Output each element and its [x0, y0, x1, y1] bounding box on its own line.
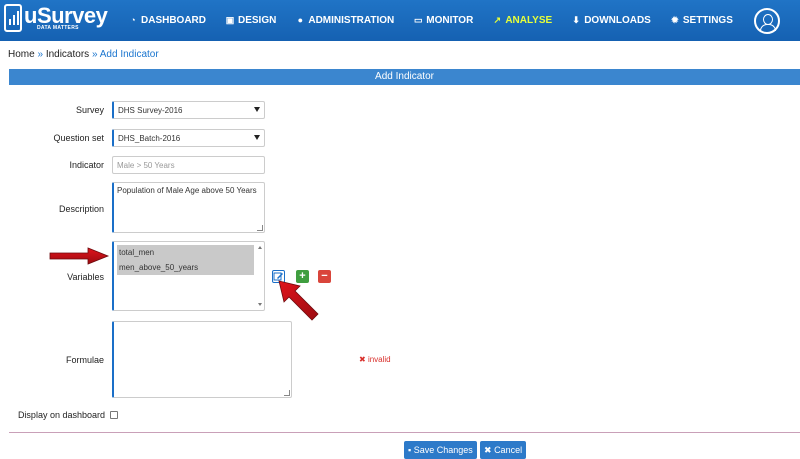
main-nav: ◔ DASHBOARD ▣ DESIGN ● ADMINISTRATION ▭ … [128, 0, 752, 41]
nav-analyse[interactable]: ↗ ANALYSE [492, 15, 553, 26]
app-logo[interactable]: uSurvey [4, 4, 108, 37]
description-textarea[interactable]: Population of Male Age above 50 Years [112, 182, 265, 233]
save-icon: ▪ [408, 445, 412, 455]
breadcrumb-indicators[interactable]: Indicators [46, 49, 89, 60]
nav-monitor[interactable]: ▭ MONITOR [413, 15, 473, 26]
formulae-label: Formulae [65, 355, 104, 365]
nav-design[interactable]: ▣ DESIGN [225, 15, 277, 26]
user-avatar-icon[interactable] [754, 8, 780, 34]
chart-icon: ↗ [493, 15, 502, 25]
formulae-textarea[interactable] [112, 321, 292, 398]
nav-settings[interactable]: ✹ SETTINGS [670, 15, 733, 26]
scroll-down-icon[interactable] [258, 303, 262, 306]
scroll-up-icon[interactable] [258, 246, 262, 249]
annotation-arrow-icon [49, 247, 110, 265]
variable-item[interactable]: total_men [117, 245, 254, 260]
indicator-label: Indicator [69, 160, 104, 170]
indicator-input[interactable]: Male > 50 Years [112, 156, 265, 174]
cancel-button[interactable]: ✖ Cancel [480, 441, 527, 459]
download-icon: ⬇ [572, 15, 580, 25]
save-changes-button[interactable]: ▪ Save Changes [404, 441, 477, 459]
chevron-down-icon [254, 107, 260, 112]
variables-label: Variables [67, 272, 104, 282]
breadcrumb-separator: » [37, 49, 44, 60]
nav-administration[interactable]: ● ADMINISTRATION [295, 15, 395, 26]
variables-listbox[interactable]: total_men men_above_50_years [112, 241, 265, 311]
breadcrumb-current: Add Indicator [99, 49, 159, 60]
display-on-dashboard-label: Display on dashboard [17, 410, 105, 420]
close-icon: ✖ [359, 355, 366, 364]
minus-icon: − [321, 270, 328, 282]
question-set-label: Question set [53, 133, 104, 143]
nav-downloads[interactable]: ⬇ DOWNLOADS [571, 15, 650, 26]
design-icon: ▣ [225, 15, 235, 25]
chevron-down-icon [254, 135, 260, 140]
divider [9, 432, 800, 433]
monitor-icon: ▭ [414, 15, 423, 25]
logo-phone-icon [4, 4, 22, 32]
resize-grip-icon[interactable] [257, 225, 263, 231]
logo-tagline: DATA MATTERS [37, 25, 79, 31]
survey-label: Survey [75, 105, 104, 115]
page-title: Add Indicator [9, 69, 800, 85]
user-icon: ● [297, 15, 304, 25]
survey-select[interactable]: DHS Survey-2016 [112, 101, 265, 119]
dashboard-icon: ◔ [130, 15, 136, 25]
question-set-select[interactable]: DHS_Batch-2016 [112, 129, 265, 147]
formulae-error: ✖ invalid [359, 355, 391, 364]
annotation-arrow-icon [278, 280, 319, 321]
gear-icon: ✹ [671, 15, 679, 25]
breadcrumb-home[interactable]: Home [8, 49, 35, 60]
breadcrumb-separator: » [91, 49, 98, 60]
breadcrumb: Home » Indicators » Add Indicator [8, 49, 159, 60]
top-navbar: uSurvey DATA MATTERS ◔ DASHBOARD ▣ DESIG… [0, 0, 800, 41]
variable-item[interactable]: men_above_50_years [117, 260, 254, 275]
resize-grip-icon[interactable] [284, 390, 290, 396]
nav-dashboard[interactable]: ◔ DASHBOARD [128, 15, 206, 26]
display-on-dashboard-checkbox[interactable] [110, 411, 118, 419]
close-icon: ✖ [484, 445, 492, 455]
description-label: Description [58, 204, 104, 214]
